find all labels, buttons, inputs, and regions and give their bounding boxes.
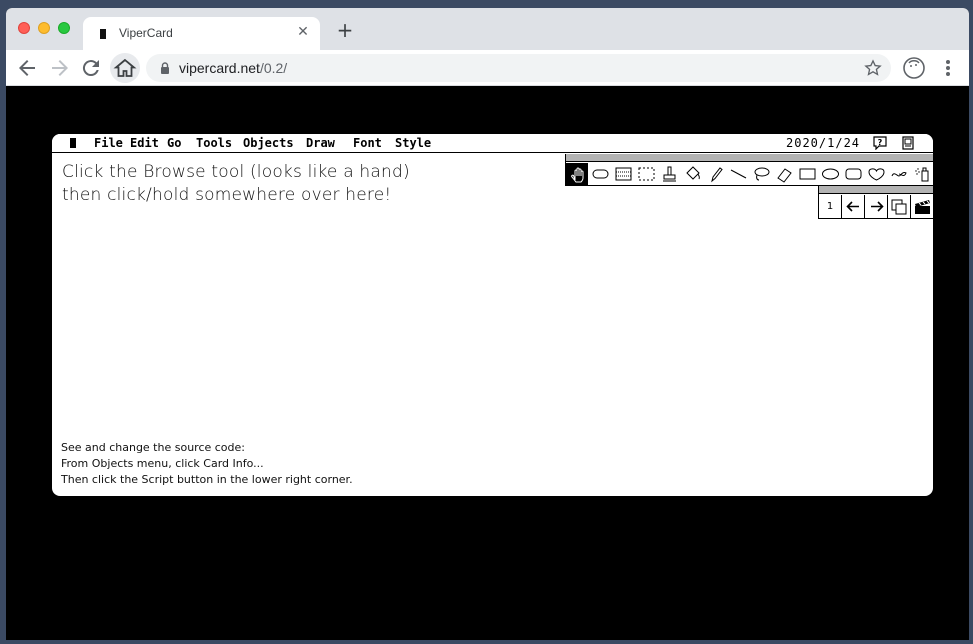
menu-tools[interactable]: Tools (196, 136, 232, 150)
vipercard-menubar: File Edit Go Tools Objects Draw Font Sty… (52, 134, 933, 153)
field-tool-icon[interactable] (612, 163, 635, 185)
browser-toolbar: vipercard.net/0.2/ (6, 50, 969, 86)
tab-close-icon[interactable]: ✕ (294, 24, 312, 40)
spray-tool-icon[interactable] (911, 163, 933, 185)
round-rect-tool-icon[interactable] (842, 163, 865, 185)
arrow-right-icon (871, 201, 884, 212)
oval-tool-icon[interactable] (819, 163, 842, 185)
hint-text-line: See and change the source code: (61, 441, 245, 454)
navigation-palette-grip[interactable] (819, 186, 933, 194)
reload-icon (82, 60, 99, 77)
card-hint-text[interactable]: See and change the source code: From Obj… (61, 440, 353, 488)
browser-window: ViperCard ✕ + vipercard.net/0.2/ File Ed… (6, 8, 969, 640)
stamp-tool-icon[interactable] (658, 163, 681, 185)
bucket-tool-icon[interactable] (681, 163, 704, 185)
page-viewport: File Edit Go Tools Objects Draw Font Sty… (6, 87, 969, 640)
tools-palette (565, 154, 933, 186)
card-stack-icon (891, 199, 907, 215)
navigation-palette: 1 (818, 186, 933, 219)
home-icon (113, 58, 137, 77)
arrow-left-icon (846, 201, 859, 212)
url-text: vipercard.net/0.2/ (179, 60, 287, 76)
profile-avatar-icon[interactable] (902, 56, 926, 80)
card-overview-button[interactable] (888, 195, 911, 218)
clapperboard-icon (915, 200, 930, 214)
previous-card-button[interactable] (842, 195, 865, 218)
maximize-window-button[interactable] (58, 22, 70, 34)
menu-style[interactable]: Style (395, 136, 431, 150)
hint-text-line: Then click the Script button in the lowe… (61, 473, 353, 486)
lock-icon[interactable] (158, 61, 172, 75)
browse-tool-hand-icon[interactable] (566, 163, 589, 185)
script-editor-button[interactable] (911, 195, 933, 218)
home-icon-wrap[interactable] (113, 56, 137, 80)
new-tab-button[interactable]: + (335, 20, 355, 40)
card-main-text[interactable]: Click the Browse tool (looks like a hand… (62, 161, 410, 207)
menu-font[interactable]: Font (353, 136, 382, 150)
minimize-window-button[interactable] (38, 22, 50, 34)
menu-file[interactable]: File (94, 136, 123, 150)
main-text-line: Click the Browse tool (looks like a hand… (62, 162, 410, 182)
bookmark-star-icon[interactable] (863, 58, 883, 78)
url-path: /0.2/ (259, 60, 288, 76)
rectangle-tool-icon[interactable] (796, 163, 819, 185)
favicon-icon (100, 29, 106, 39)
forward-button[interactable] (48, 56, 72, 80)
address-bar[interactable]: vipercard.net/0.2/ (146, 54, 891, 82)
menu-objects[interactable]: Objects (243, 136, 294, 150)
eraser-tool-icon[interactable] (773, 163, 796, 185)
arrow-right-icon (52, 60, 68, 76)
tools-palette-grip[interactable] (566, 154, 933, 162)
curve-tool-icon[interactable] (888, 163, 911, 185)
apple-menu-icon[interactable] (70, 138, 76, 148)
help-icon[interactable]: ? (872, 136, 888, 150)
menu-draw[interactable]: Draw (306, 136, 335, 150)
reload-button[interactable] (79, 56, 103, 80)
pencil-tool-icon[interactable] (704, 163, 727, 185)
back-button[interactable] (15, 56, 39, 80)
lasso-tool-icon[interactable] (750, 163, 773, 185)
menu-edit[interactable]: Edit (130, 136, 159, 150)
svg-text:?: ? (878, 138, 883, 147)
select-tool-icon[interactable] (635, 163, 658, 185)
hint-text-line: From Objects menu, click Card Info... (61, 457, 264, 470)
line-tool-icon[interactable] (727, 163, 750, 185)
url-host: vipercard.net (179, 60, 260, 76)
stack-icon[interactable] (902, 136, 914, 150)
close-window-button[interactable] (18, 22, 30, 34)
menubar-date: 2020/1/24 (786, 136, 861, 150)
main-text-line: then click/hold somewhere over here! (62, 185, 392, 205)
button-tool-icon[interactable] (589, 163, 612, 185)
menu-kebab-icon[interactable] (938, 56, 958, 80)
menu-go[interactable]: Go (167, 136, 181, 150)
vipercard-screen[interactable]: File Edit Go Tools Objects Draw Font Sty… (52, 134, 933, 496)
card-number: 1 (819, 195, 842, 218)
arrow-left-icon (19, 60, 35, 76)
tab-strip: ViperCard ✕ + (6, 8, 969, 50)
tab-vipercard[interactable]: ViperCard ✕ (83, 17, 320, 50)
next-card-button[interactable] (865, 195, 888, 218)
tab-title: ViperCard (119, 26, 173, 40)
shape-tool-icon[interactable] (865, 163, 888, 185)
